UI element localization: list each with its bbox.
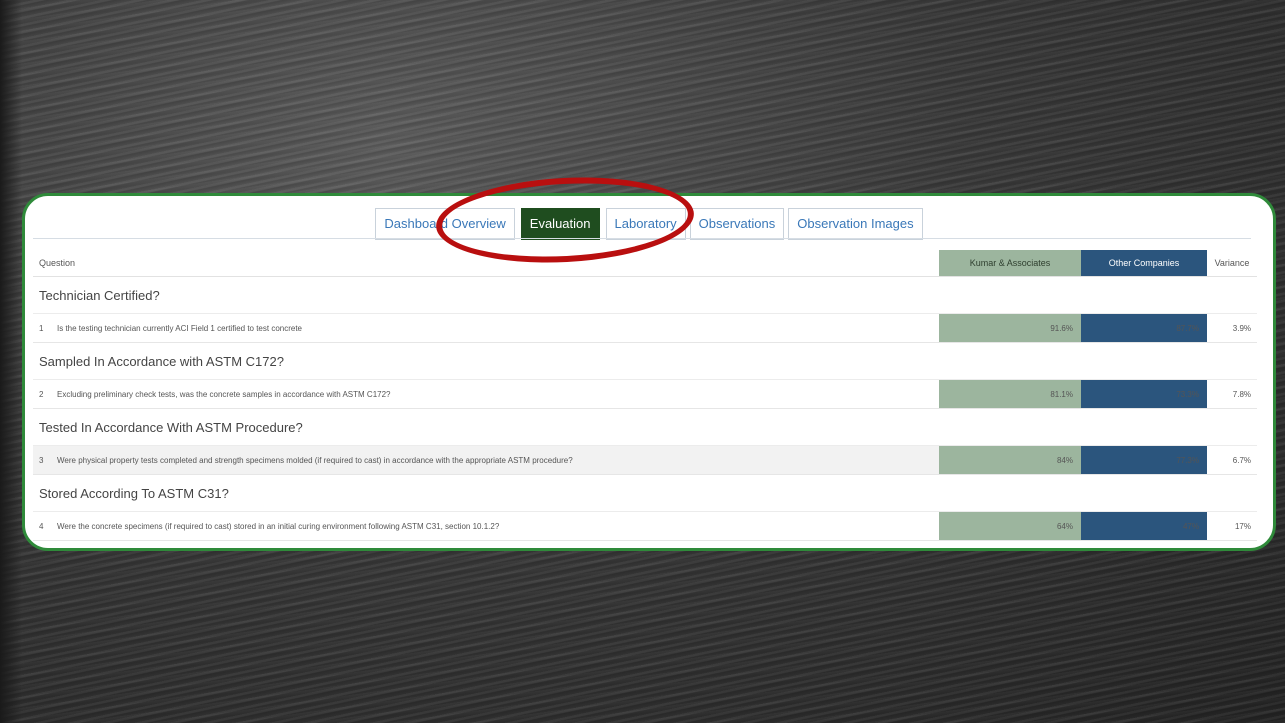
question-number: 4: [39, 521, 44, 531]
dashboard-panel: Dashboard Overview Evaluation Laboratory…: [22, 193, 1276, 551]
tab-laboratory[interactable]: Laboratory: [605, 208, 686, 240]
group-row: Tested In Accordance With ASTM Procedure…: [33, 408, 1257, 446]
other-value: 77.3%: [1081, 445, 1207, 475]
question-text: Is the testing technician currently ACI …: [57, 323, 303, 333]
variance-value: 6.7%: [1207, 445, 1257, 475]
tab-observation-images[interactable]: Observation Images: [788, 208, 923, 240]
tab-dashboard-overview[interactable]: Dashboard Overview: [375, 208, 515, 240]
column-header-other[interactable]: Other Companies: [1081, 250, 1207, 277]
variance-value: 17%: [1207, 511, 1257, 541]
tab-divider: [33, 238, 1251, 239]
kumar-value: 84%: [939, 445, 1081, 475]
variance-value: 3.9%: [1207, 313, 1257, 343]
group-title: Tested In Accordance With ASTM Procedure…: [33, 408, 1257, 446]
table-header-row: Question Kumar & Associates Other Compan…: [33, 250, 1257, 277]
column-header-question: Question: [33, 250, 939, 277]
table-row: 4 Were the concrete specimens (if require…: [33, 511, 1257, 541]
question-number: 2: [39, 389, 44, 399]
kumar-value: 81.1%: [939, 379, 1081, 409]
tab-observations[interactable]: Observations: [689, 208, 785, 240]
group-row: Stored According To ASTM C31?: [33, 474, 1257, 512]
column-header-variance: Variance: [1207, 250, 1257, 277]
tab-evaluation[interactable]: Evaluation: [520, 208, 600, 240]
other-value: 47%: [1081, 511, 1207, 541]
variance-value: 7.8%: [1207, 379, 1257, 409]
kumar-value: 91.6%: [939, 313, 1081, 343]
group-title: Sampled In Accordance with ASTM C172?: [33, 342, 1257, 380]
question-number: 1: [39, 323, 44, 333]
column-header-kumar[interactable]: Kumar & Associates: [939, 250, 1081, 277]
other-value: 87.7%: [1081, 313, 1207, 343]
other-value: 73.3%: [1081, 379, 1207, 409]
group-row: Sampled In Accordance with ASTM C172?: [33, 342, 1257, 380]
question-number: 3: [39, 455, 44, 465]
group-title: Stored According To ASTM C31?: [33, 474, 1257, 512]
tab-bar: Dashboard Overview Evaluation Laboratory…: [25, 208, 1273, 240]
kumar-value: 64%: [939, 511, 1081, 541]
evaluation-table: Question Kumar & Associates Other Compan…: [33, 250, 1257, 541]
question-text: Excluding preliminary check tests, was t…: [57, 389, 391, 399]
question-text: Were physical property tests completed a…: [57, 455, 573, 465]
background-shadow: [0, 0, 22, 723]
table-row: 3 Were physical property tests completed …: [33, 445, 1257, 475]
group-row: Technician Certified?: [33, 276, 1257, 314]
question-text: Were the concrete specimens (if required…: [57, 521, 500, 531]
table-row: 1 Is the testing technician currently ACI…: [33, 313, 1257, 343]
table-row: 2 Excluding preliminary check tests, was …: [33, 379, 1257, 409]
group-title: Technician Certified?: [33, 276, 1257, 314]
